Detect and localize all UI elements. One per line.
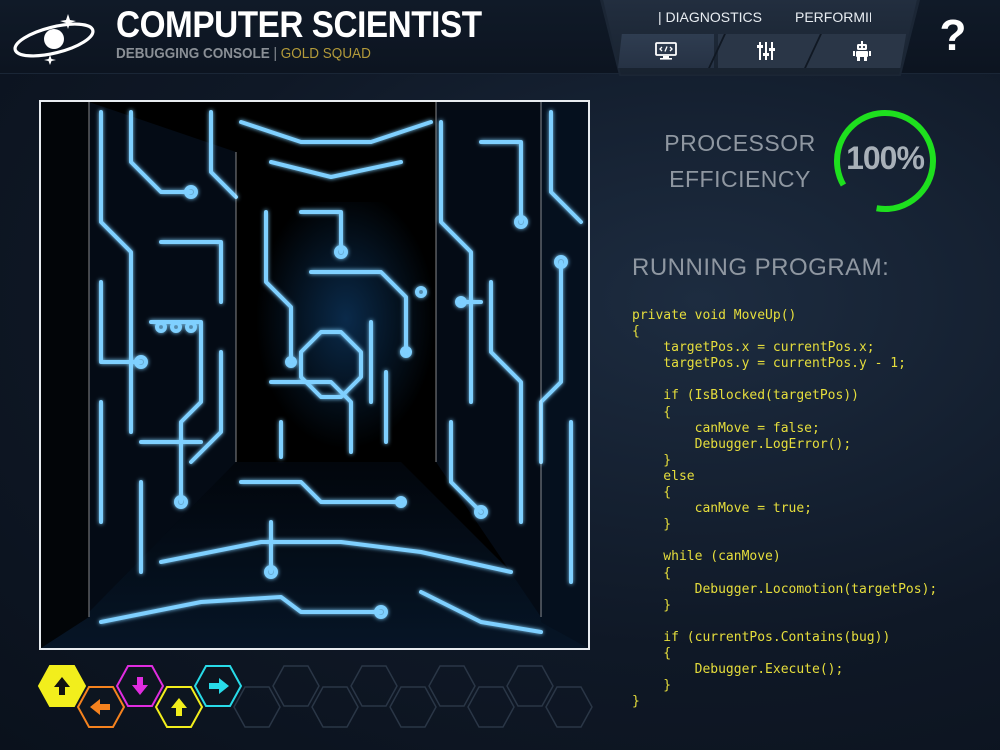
- orbit-logo-icon: [13, 14, 95, 65]
- code-line: canMove = false;: [632, 420, 820, 436]
- code-line: }: [632, 678, 672, 694]
- code-line: {: [632, 645, 672, 661]
- code-line: if (currentPos.Contains(bug)): [632, 629, 891, 645]
- help-button[interactable]: ?: [935, 10, 971, 62]
- code-monitor-icon: [655, 42, 677, 60]
- subtitle-separator: |: [273, 45, 278, 62]
- running-program-title: RUNNING PROGRAM:: [632, 254, 890, 281]
- code-line: {: [632, 565, 672, 581]
- tab-code-view[interactable]: [618, 34, 714, 68]
- code-line: {: [632, 404, 672, 420]
- code-line: Debugger.Locomotion(targetPos);: [632, 581, 938, 597]
- code-line: {: [632, 324, 640, 340]
- tab-performing[interactable]: PERFORMING S: [795, 9, 871, 25]
- circuit-corridor-scene: [41, 102, 588, 648]
- code-line: while (canMove): [632, 549, 781, 565]
- app-title: COMPUTER SCIENTIST: [116, 4, 482, 45]
- processor-efficiency-label: PROCESSOR EFFICIENCY: [655, 125, 825, 197]
- code-line: {: [632, 485, 672, 501]
- tab-diagnostics[interactable]: | DIAGNOSTICS: [658, 9, 768, 25]
- robot-icon: [853, 41, 871, 61]
- code-line: canMove = true;: [632, 501, 813, 517]
- empty-command-slot[interactable]: [545, 686, 593, 728]
- code-line: private void MoveUp(): [632, 308, 797, 323]
- code-line: else: [632, 468, 695, 484]
- tab-robot[interactable]: [814, 34, 907, 68]
- squad-label: GOLD SQUAD: [280, 45, 371, 62]
- code-line: }: [632, 597, 672, 613]
- code-line: targetPos.y = currentPos.y - 1;: [632, 356, 906, 372]
- code-line: Debugger.LogError();: [632, 436, 852, 452]
- app-subtitle: DEBUGGING CONSOLE | GOLD SQUAD: [116, 45, 371, 62]
- code-line: }: [632, 452, 672, 468]
- sliders-icon: [757, 42, 775, 60]
- code-line: if (IsBlocked(targetPos)): [632, 388, 859, 404]
- program-code: private void MoveUp(){ targetPos.x = cur…: [632, 308, 937, 710]
- code-line: }: [632, 517, 672, 533]
- code-line: targetPos.x = currentPos.x;: [632, 340, 875, 356]
- efficiency-label-line2: EFFICIENCY: [669, 166, 811, 192]
- efficiency-value: 100%: [846, 140, 925, 176]
- code-line: }: [632, 694, 640, 710]
- tab-controls[interactable]: [718, 34, 814, 68]
- console-label: DEBUGGING CONSOLE: [116, 45, 270, 62]
- efficiency-label-line1: PROCESSOR: [664, 130, 816, 156]
- game-viewport[interactable]: [39, 100, 590, 650]
- code-line: Debugger.Execute();: [632, 662, 844, 678]
- command-sequence-bar: [0, 655, 600, 750]
